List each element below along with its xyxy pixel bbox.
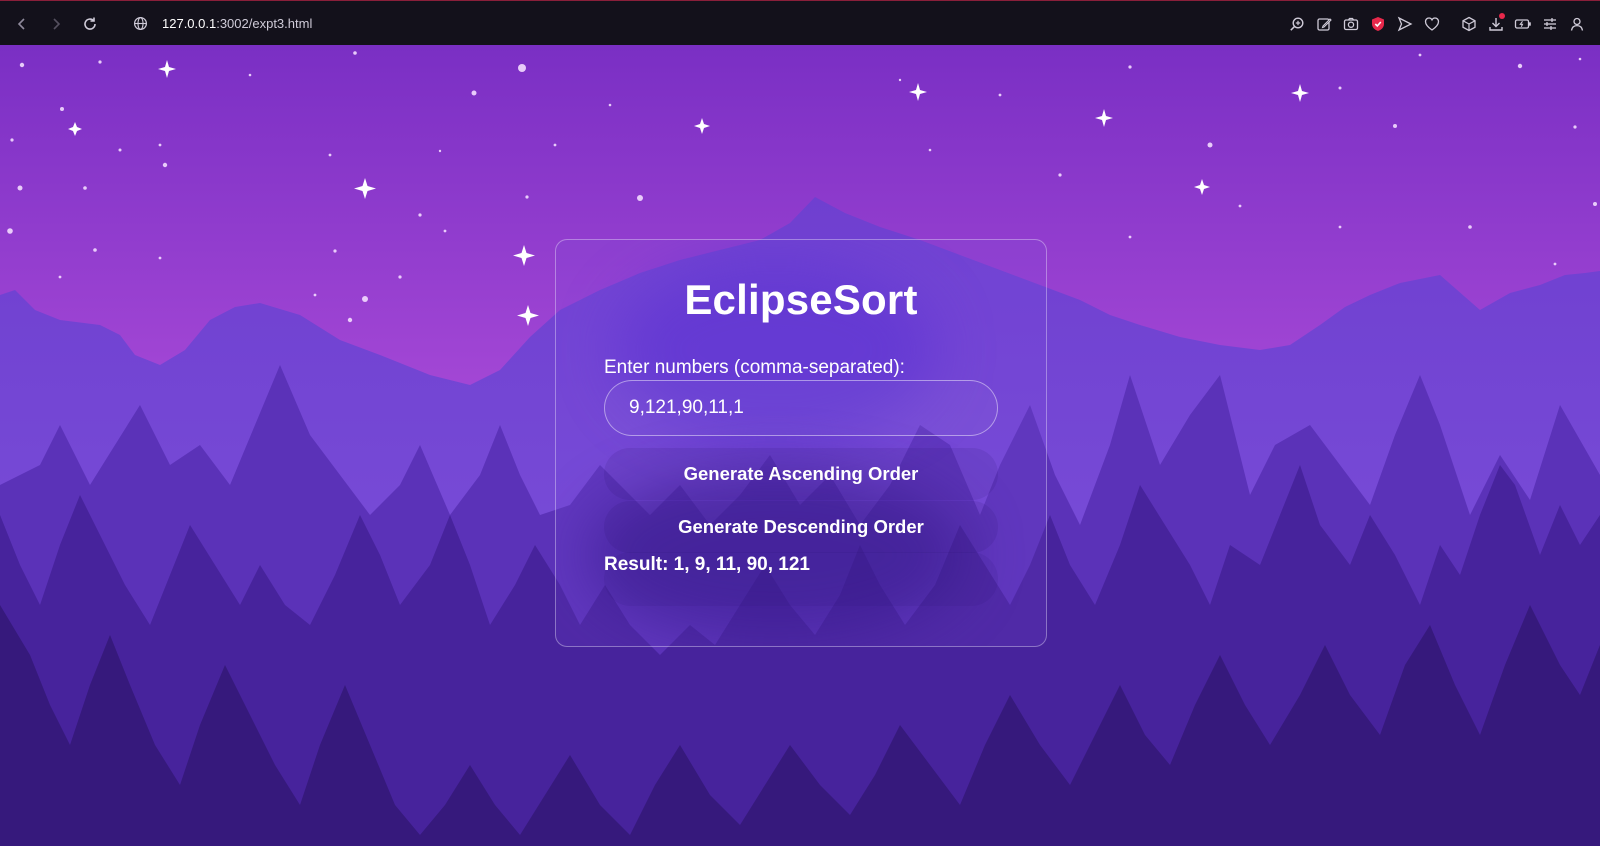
forward-icon[interactable] [42,10,70,38]
globe-icon [133,16,148,31]
url-path: :3002/expt3.html [216,15,313,31]
page-title: EclipseSort [684,276,918,323]
browser-toolbar: 127.0.0.1:3002/expt3.html [0,0,1600,45]
descending-button[interactable]: Generate Descending Order [604,501,998,553]
numbers-label: Enter numbers (comma-separated): [604,357,905,378]
cube-icon[interactable] [1455,10,1482,38]
shield-icon[interactable] [1364,10,1391,38]
zoom-icon[interactable] [1283,10,1310,38]
address-bar[interactable]: 127.0.0.1:3002/expt3.html [133,9,312,37]
page-viewport: EclipseSort Enter numbers (comma-separat… [0,45,1600,846]
numbers-input[interactable]: 9,121,90,11,1 [604,380,998,436]
reload-icon[interactable] [76,10,104,38]
ascending-button[interactable]: Generate Ascending Order [604,448,998,500]
profile-icon[interactable] [1563,10,1590,38]
result-text: Result: 1, 9, 11, 90, 121 [604,554,810,575]
send-icon[interactable] [1391,10,1418,38]
download-icon[interactable] [1482,10,1509,38]
download-badge [1499,12,1505,19]
heart-icon[interactable] [1418,10,1445,38]
sliders-icon[interactable] [1536,10,1563,38]
sort-card: EclipseSort Enter numbers (comma-separat… [555,239,1047,647]
edit-icon[interactable] [1310,10,1337,38]
back-icon[interactable] [8,10,36,38]
url-host: 127.0.0.1 [162,15,217,31]
camera-icon[interactable] [1337,10,1364,38]
battery-icon[interactable] [1509,10,1536,38]
